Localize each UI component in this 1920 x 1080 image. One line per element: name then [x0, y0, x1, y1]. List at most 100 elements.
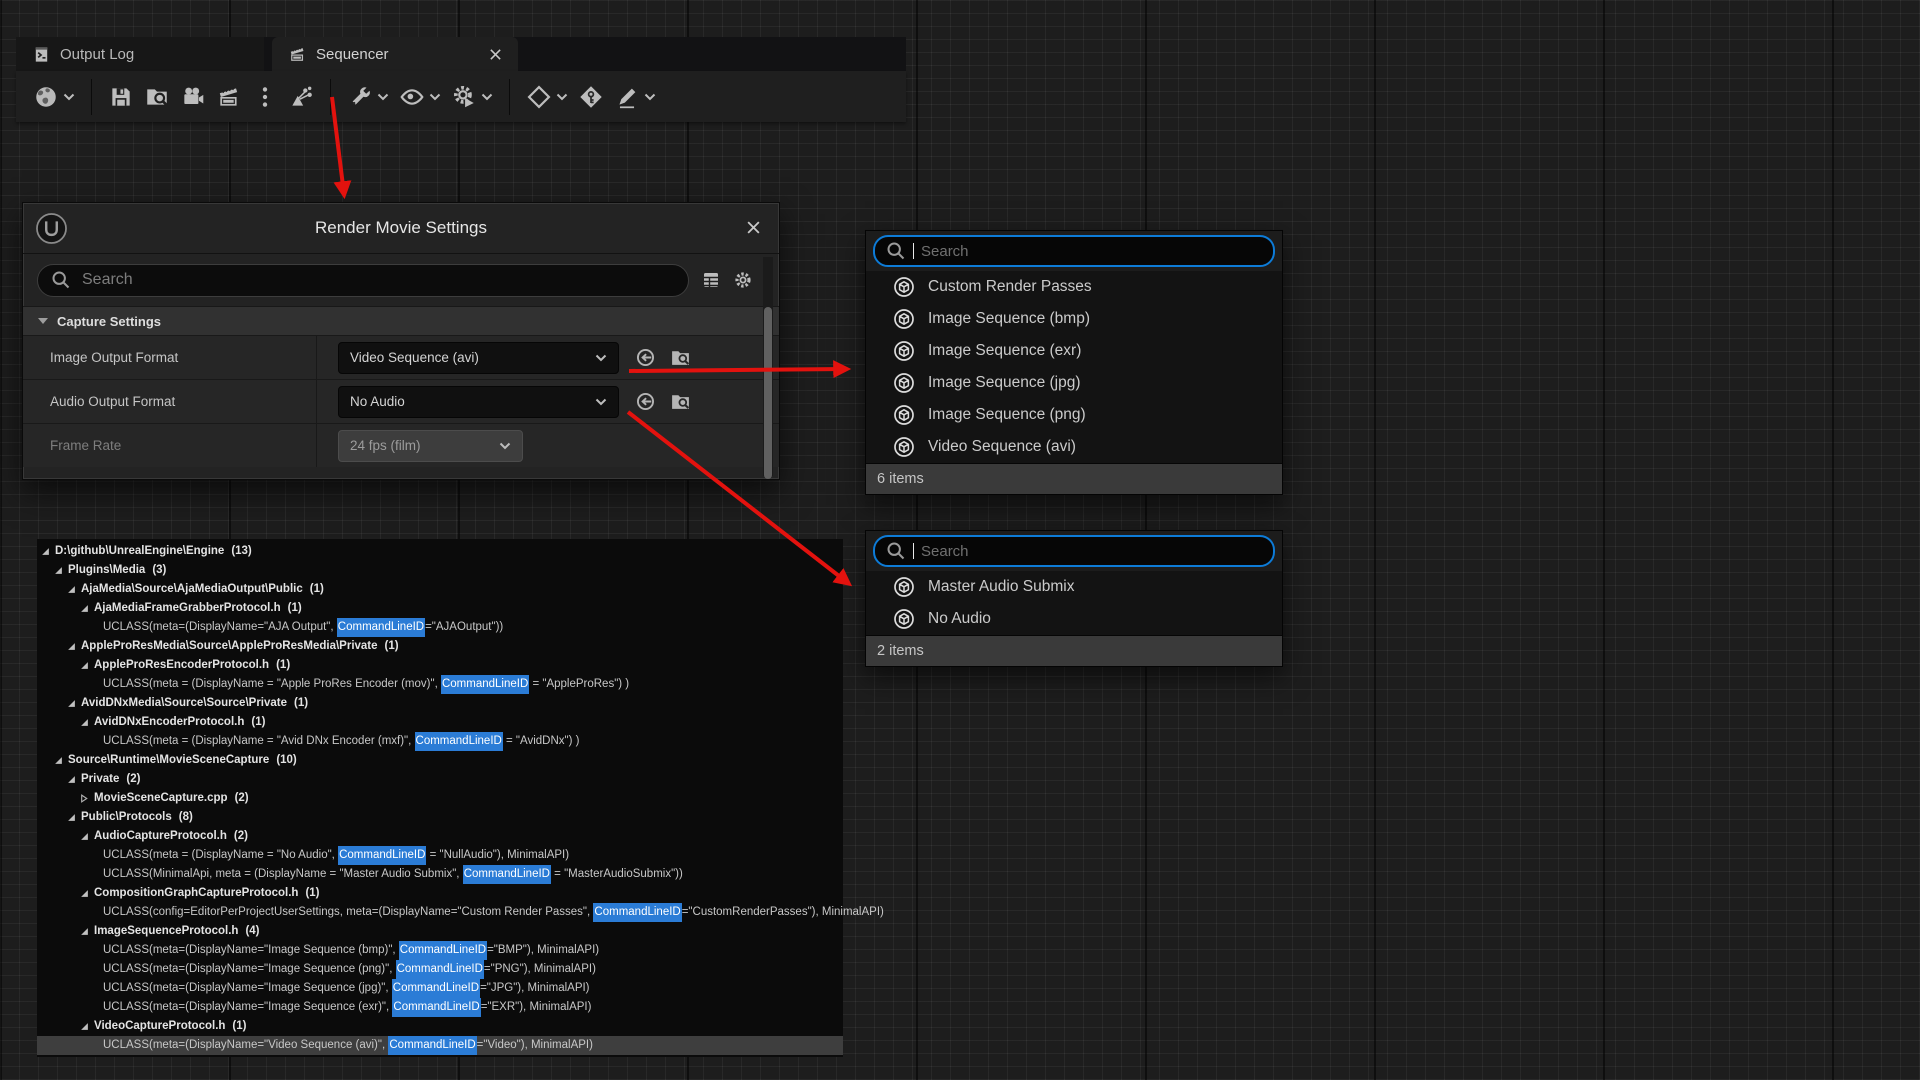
tree-folder-label: AppleProResMedia\Source\AppleProResMedia… [81, 637, 378, 656]
expanded-triangle-icon[interactable] [80, 661, 89, 670]
tree-code-row[interactable]: UCLASS(meta=(DisplayName="Video Sequence… [37, 1036, 843, 1055]
render-movie-button[interactable] [216, 84, 242, 110]
browse-to-asset-icon[interactable] [670, 391, 691, 412]
tree-folder-row[interactable]: CompositionGraphCaptureProtocol.h(1) [37, 884, 843, 903]
keying-options-button[interactable] [526, 84, 568, 110]
tree-folder-row[interactable]: AppleProResEncoderProtocol.h(1) [37, 656, 843, 675]
keying-options-icon [526, 84, 552, 110]
scrollbar-thumb[interactable] [764, 307, 772, 479]
code-text: UCLASS(meta=(DisplayName="AJA Output", [103, 618, 337, 637]
tab-sequencer[interactable]: Sequencer [272, 37, 518, 71]
tree-code-row[interactable]: UCLASS(meta=(DisplayName="Image Sequence… [37, 998, 843, 1017]
find-in-content-browser-button[interactable] [144, 84, 170, 110]
expanded-triangle-icon[interactable] [67, 642, 76, 651]
tab-output-log[interactable]: Output Log [16, 37, 264, 71]
image-output-format-dropdown[interactable]: Video Sequence (avi) [338, 342, 619, 374]
frame-rate-dropdown: 24 fps (film) [338, 430, 523, 462]
settings-search-input[interactable]: Search [37, 264, 689, 297]
tree-folder-row[interactable]: AppleProResMedia\Source\AppleProResMedia… [37, 637, 843, 656]
dialog-titlebar[interactable]: Render Movie Settings [23, 203, 779, 254]
expanded-triangle-icon[interactable] [80, 718, 89, 727]
popup-item[interactable]: Master Audio Submix [866, 571, 1282, 603]
popup-search-input[interactable]: Search [873, 235, 1275, 267]
tree-folder-row[interactable]: Source\Runtime\MovieSceneCapture(10) [37, 751, 843, 770]
tree-folder-row[interactable]: AvidDNxEncoderProtocol.h(1) [37, 713, 843, 732]
current-sequence-button[interactable] [33, 84, 75, 110]
use-selected-asset-icon[interactable] [635, 347, 656, 368]
tree-folder-row[interactable]: Plugins\Media(3) [37, 561, 843, 580]
edit-curves-button[interactable] [614, 84, 656, 110]
tree-folder-row[interactable]: AvidDNxMedia\Source\Source\Private(1) [37, 694, 843, 713]
track-actions-button[interactable] [288, 84, 314, 110]
use-selected-asset-icon[interactable] [635, 391, 656, 412]
tree-code-row[interactable]: UCLASS(meta=(DisplayName="AJA Output", C… [37, 618, 843, 637]
tree-folder-row[interactable]: AudioCaptureProtocol.h(2) [37, 827, 843, 846]
tree-folder-row[interactable]: ImageSequenceProtocol.h(4) [37, 922, 843, 941]
chevron-down-icon [595, 398, 607, 406]
expanded-triangle-icon[interactable] [67, 585, 76, 594]
track-actions-icon [288, 84, 314, 110]
view-options-button[interactable] [399, 84, 441, 110]
close-tab-icon[interactable] [489, 48, 502, 61]
audio-output-format-dropdown[interactable]: No Audio [338, 386, 619, 418]
popup-item[interactable]: No Audio [866, 603, 1282, 635]
tree-code-row[interactable]: UCLASS(meta = (DisplayName = "No Audio",… [37, 846, 843, 865]
expanded-triangle-icon[interactable] [67, 813, 76, 822]
popup-item[interactable]: Video Sequence (avi) [866, 431, 1282, 463]
tree-code-row[interactable]: UCLASS(MinimalApi, meta = (DisplayName =… [37, 865, 843, 884]
tree-folder-row[interactable]: VideoCaptureProtocol.h(1) [37, 1017, 843, 1036]
popup-search-input[interactable]: Search [873, 535, 1275, 567]
expanded-triangle-icon[interactable] [80, 927, 89, 936]
expanded-triangle-icon[interactable] [41, 547, 50, 556]
popup-item[interactable]: Image Sequence (jpg) [866, 367, 1282, 399]
expanded-triangle-icon[interactable] [67, 699, 76, 708]
expanded-triangle-icon[interactable] [80, 604, 89, 613]
actions-button[interactable] [347, 84, 389, 110]
create-camera-button[interactable] [180, 84, 206, 110]
section-capture-settings[interactable]: Capture Settings [23, 306, 779, 335]
browse-to-asset-icon[interactable] [670, 347, 691, 368]
tree-code-row[interactable]: UCLASS(meta = (DisplayName = "Apple ProR… [37, 675, 843, 694]
collapsed-triangle-icon[interactable] [80, 794, 89, 803]
popup-item[interactable]: Custom Render Passes [866, 271, 1282, 303]
popup-item-label: Image Sequence (png) [928, 406, 1086, 424]
class-icon [893, 276, 915, 298]
expanded-triangle-icon[interactable] [67, 775, 76, 784]
tree-folder-row[interactable]: AjaMedia\Source\AjaMediaOutput\Public(1) [37, 580, 843, 599]
tree-code-row[interactable]: UCLASS(meta=(DisplayName="Image Sequence… [37, 941, 843, 960]
highlighted-token: CommandLineID [441, 675, 529, 694]
tree-folder-row[interactable]: D:\github\UnrealEngine\Engine(13) [37, 542, 843, 561]
tree-folder-row[interactable]: Private(2) [37, 770, 843, 789]
view-details-icon[interactable] [701, 270, 721, 290]
tree-code-row[interactable]: UCLASS(meta=(DisplayName="Image Sequence… [37, 979, 843, 998]
expanded-triangle-icon[interactable] [54, 756, 63, 765]
class-icon [893, 340, 915, 362]
chevron-down-icon [644, 93, 656, 101]
tree-code-row[interactable]: UCLASS(meta=(DisplayName="Image Sequence… [37, 960, 843, 979]
code-text: UCLASS(meta=(DisplayName="Image Sequence… [103, 998, 392, 1017]
expanded-triangle-icon[interactable] [80, 1022, 89, 1031]
match-count: (8) [179, 808, 193, 827]
render-movie-settings-dialog: Render Movie Settings Search Capture Set… [22, 202, 780, 480]
save-button[interactable] [108, 84, 134, 110]
popup-item[interactable]: Image Sequence (png) [866, 399, 1282, 431]
settings-gear-icon[interactable] [733, 270, 753, 290]
expanded-triangle-icon[interactable] [80, 889, 89, 898]
code-text: ="BMP"), MinimalAPI) [487, 941, 599, 960]
tree-code-row[interactable]: UCLASS(config=EditorPerProjectUserSettin… [37, 903, 843, 922]
setting-label: Audio Output Format [23, 380, 317, 423]
expanded-triangle-icon[interactable] [54, 566, 63, 575]
popup-item-label: Image Sequence (exr) [928, 342, 1081, 360]
expanded-triangle-icon[interactable] [80, 832, 89, 841]
tree-folder-row[interactable]: Public\Protocols(8) [37, 808, 843, 827]
popup-item[interactable]: Image Sequence (exr) [866, 335, 1282, 367]
playback-options-button[interactable] [451, 84, 493, 110]
more-options-button[interactable] [252, 84, 278, 110]
dialog-scrollbar[interactable] [763, 257, 773, 476]
tree-folder-row[interactable]: AjaMediaFrameGrabberProtocol.h(1) [37, 599, 843, 618]
auto-key-button[interactable] [578, 84, 604, 110]
tree-folder-row[interactable]: MovieSceneCapture.cpp(2) [37, 789, 843, 808]
tree-code-row[interactable]: UCLASS(meta = (DisplayName = "Avid DNx E… [37, 732, 843, 751]
popup-item[interactable]: Image Sequence (bmp) [866, 303, 1282, 335]
dialog-close-icon[interactable] [746, 220, 761, 235]
